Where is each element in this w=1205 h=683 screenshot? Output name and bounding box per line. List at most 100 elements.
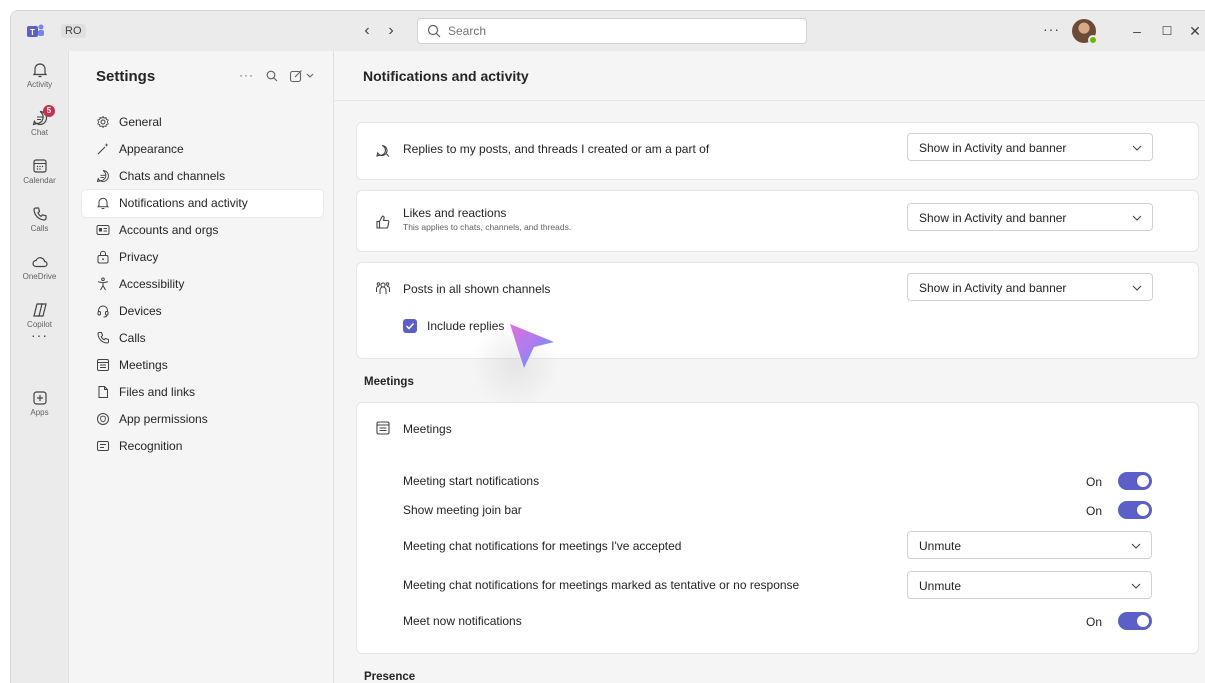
rail-item-chat[interactable]: 5 Chat (11, 105, 68, 151)
nav-item-privacy[interactable]: Privacy (82, 244, 323, 271)
nav-item-accessibility[interactable]: Accessibility (82, 271, 323, 298)
settings-nav: General Appearance Chats and channels No… (82, 109, 323, 460)
nav-label: Chats and channels (119, 169, 226, 183)
meeting-start-toggle[interactable]: On (1086, 472, 1152, 492)
chevron-down-icon (1132, 215, 1142, 221)
nav-item-meetings[interactable]: Meetings (82, 352, 323, 379)
dropdown-value: Show in Activity and banner (919, 141, 1067, 155)
unread-badge: 5 (43, 105, 55, 117)
wand-icon (97, 143, 109, 155)
maximize-button[interactable]: ☐ (1157, 21, 1177, 41)
chevron-down-icon (1131, 583, 1141, 589)
toggle-switch[interactable] (1118, 612, 1152, 630)
nav-label: Accounts and orgs (119, 223, 219, 237)
replies-dropdown[interactable]: Show in Activity and banner (907, 133, 1153, 161)
posts-dropdown[interactable]: Show in Activity and banner (907, 273, 1153, 301)
likes-dropdown[interactable]: Show in Activity and banner (907, 203, 1153, 231)
nav-item-devices[interactable]: Devices (82, 298, 323, 325)
nav-label: Calls (119, 331, 146, 345)
sidebar-actions: ··· (239, 68, 329, 88)
rail-item-apps[interactable]: Apps (11, 385, 68, 431)
badge-icon (97, 441, 109, 451)
toggle-switch[interactable] (1118, 501, 1152, 519)
search-input[interactable] (448, 22, 788, 40)
toggle-state: On (1086, 615, 1103, 629)
toggle-state: On (1086, 475, 1103, 489)
include-replies-checkbox[interactable] (403, 319, 417, 333)
lock-icon (97, 250, 109, 264)
nav-item-calls[interactable]: Calls (82, 325, 323, 352)
bell-icon (32, 63, 47, 78)
rail-item-activity[interactable]: Activity (11, 57, 68, 103)
nav-item-notifications-and-activity[interactable]: Notifications and activity (82, 190, 323, 217)
svg-text:T: T (30, 28, 35, 37)
chat-icon (96, 170, 109, 183)
posts-label: Posts in all shown channels (403, 282, 551, 296)
dropdown-value: Unmute (919, 539, 962, 553)
dropdown-value: Show in Activity and banner (919, 211, 1067, 225)
nav-item-app-permissions[interactable]: App permissions (82, 406, 323, 433)
avatar[interactable] (1072, 19, 1098, 45)
nav-label: Devices (119, 304, 162, 318)
toggle-knob (1137, 475, 1149, 487)
presence-available-icon (1088, 35, 1098, 45)
teams-logo-icon: T (27, 24, 44, 37)
meetings-section-heading: Meetings (364, 376, 414, 388)
nav-item-files-and-links[interactable]: Files and links (82, 379, 323, 406)
nav-label: Notifications and activity (119, 196, 248, 210)
thumbs-up-icon (376, 215, 390, 229)
nav-label: Recognition (119, 439, 183, 453)
more-apps-button[interactable]: ··· (11, 327, 68, 343)
nav-label: Appearance (119, 142, 184, 156)
calendar-icon (97, 359, 109, 371)
search-box[interactable] (417, 18, 807, 44)
rail-item-onedrive[interactable]: OneDrive (11, 249, 68, 295)
rail-label: Activity (26, 80, 53, 89)
toggle-knob (1137, 504, 1149, 516)
presence-section-heading: Presence (364, 671, 416, 683)
minimize-button[interactable]: – (1127, 21, 1147, 41)
people-icon (376, 282, 390, 294)
toggle-switch[interactable] (1118, 472, 1152, 490)
meet-now-toggle[interactable]: On (1086, 612, 1152, 632)
close-button[interactable]: ✕ (1185, 21, 1205, 41)
rail-label: Calendar (23, 176, 56, 185)
org-initials[interactable]: RO (61, 24, 86, 38)
nav-item-general[interactable]: General (82, 109, 323, 136)
rail-label: OneDrive (22, 272, 57, 281)
file-icon (98, 386, 108, 398)
dropdown-value: Unmute (919, 579, 962, 593)
sidebar-more-button[interactable]: ··· (239, 68, 254, 82)
copilot-icon (32, 303, 47, 317)
chat-accepted-dropdown[interactable]: Unmute (907, 531, 1152, 559)
more-options-button[interactable]: ··· (1043, 21, 1060, 37)
chevron-down-icon (1132, 285, 1142, 291)
meet-now-label: Meet now notifications (403, 614, 522, 628)
search-icon (427, 24, 441, 38)
compose-icon[interactable] (289, 69, 303, 83)
chevron-down-icon[interactable] (306, 73, 314, 79)
rail-item-calendar[interactable]: Calendar (11, 153, 68, 199)
id-card-icon (96, 225, 110, 235)
nav-item-appearance[interactable]: Appearance (82, 136, 323, 163)
nav-label: Meetings (119, 358, 168, 372)
gear-icon (97, 115, 109, 129)
nav-item-chats-and-channels[interactable]: Chats and channels (82, 163, 323, 190)
nav-label: App permissions (119, 412, 208, 426)
back-button[interactable]: ‹ (357, 21, 377, 41)
shield-icon (97, 413, 109, 425)
nav-item-accounts-and-orgs[interactable]: Accounts and orgs (82, 217, 323, 244)
replies-label: Replies to my posts, and threads I creat… (403, 142, 710, 156)
chat-tentative-dropdown[interactable]: Unmute (907, 571, 1152, 599)
title-bar: T RO ‹ › ··· – ☐ ✕ (11, 11, 1205, 51)
nav-label: Privacy (119, 250, 159, 264)
teams-window: T RO ‹ › ··· – ☐ ✕ Activity 5 Chat Calen… (10, 10, 1205, 683)
toggle-state: On (1086, 504, 1103, 518)
chat-accepted-label: Meeting chat notifications for meetings … (403, 539, 682, 553)
forward-button[interactable]: › (381, 21, 401, 41)
rail-item-calls[interactable]: Calls (11, 201, 68, 247)
search-icon[interactable] (266, 70, 278, 82)
phone-icon (32, 207, 47, 221)
join-bar-toggle[interactable]: On (1086, 501, 1152, 521)
nav-item-recognition[interactable]: Recognition (82, 433, 323, 460)
